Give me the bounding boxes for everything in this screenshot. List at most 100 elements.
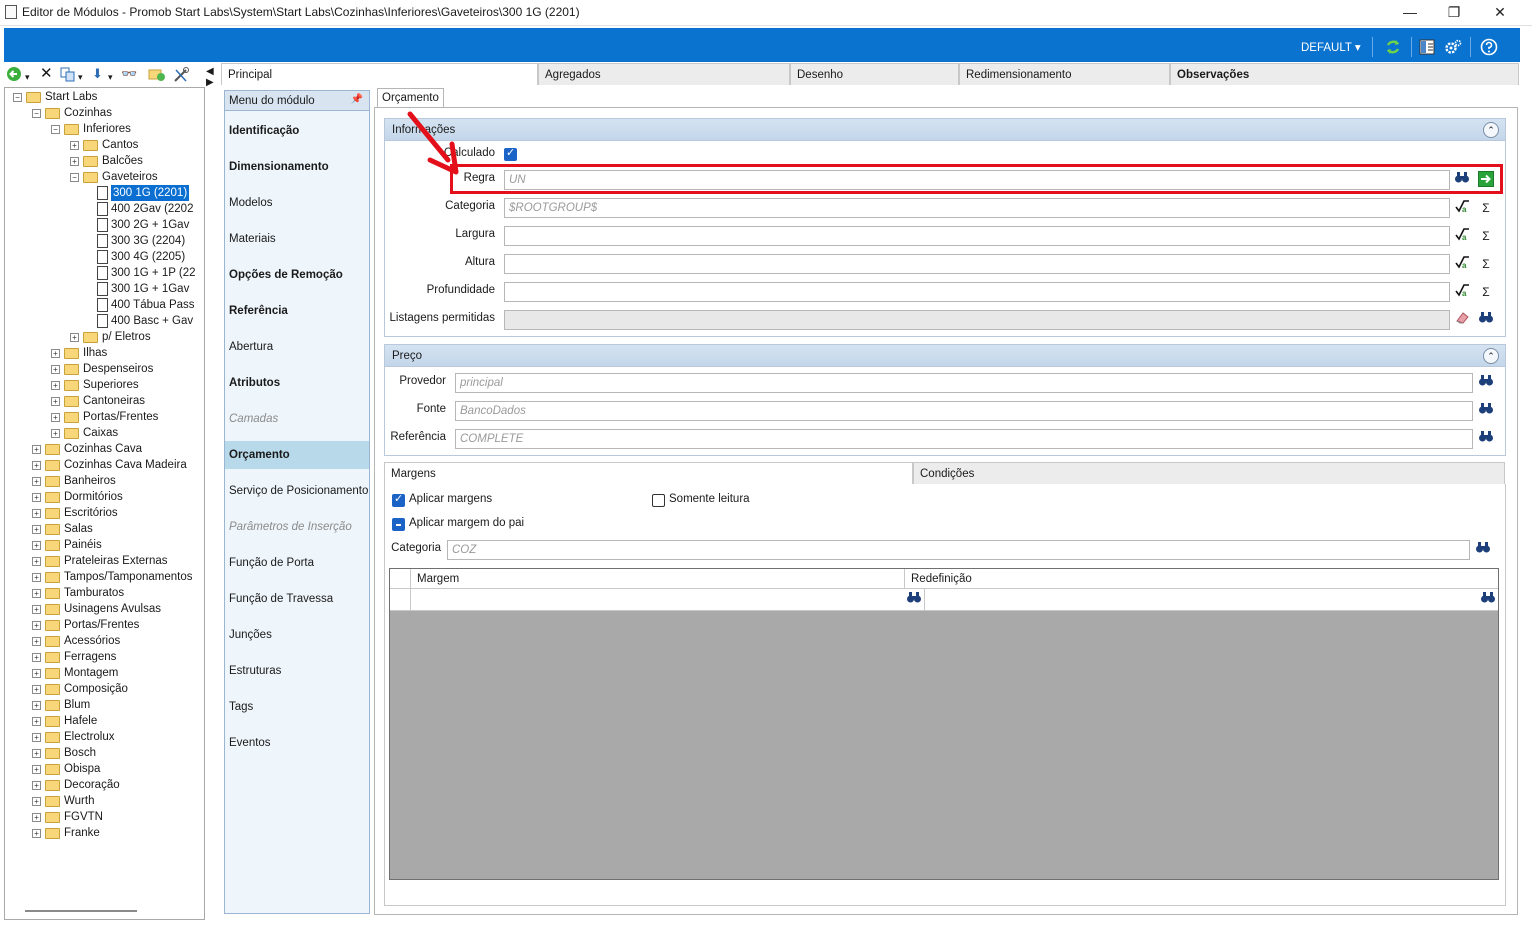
- preco-binoculars-icon[interactable]: [1476, 429, 1496, 449]
- tab-orcamento[interactable]: Orçamento: [377, 88, 444, 108]
- menu-item-referencia[interactable]: Referência: [225, 297, 369, 325]
- menu-item-atributos[interactable]: Atributos: [225, 369, 369, 397]
- tree-item[interactable]: 300 1G (2201): [5, 185, 204, 201]
- tree-item[interactable]: + Acessórios: [5, 633, 204, 649]
- tree-item[interactable]: + Painéis: [5, 537, 204, 553]
- tree-collapse-icon[interactable]: −: [32, 109, 41, 118]
- splitter-arrow-icon[interactable]: ◀ ▶: [206, 66, 214, 88]
- tab-principal[interactable]: Principal: [221, 63, 538, 85]
- referencia-field[interactable]: COMPLETE: [455, 429, 1473, 449]
- tree-item[interactable]: − Gaveteiros: [5, 169, 204, 185]
- tree-expand-icon[interactable]: +: [51, 349, 60, 358]
- tree-expand-icon[interactable]: +: [32, 781, 41, 790]
- tree-expand-icon[interactable]: +: [32, 589, 41, 598]
- tree-item[interactable]: + FGVTN: [5, 809, 204, 825]
- preco-binoculars-icon[interactable]: [1476, 401, 1496, 421]
- tab-desenho[interactable]: Desenho: [790, 63, 959, 85]
- tree-expand-icon[interactable]: +: [32, 557, 41, 566]
- tree-expand-icon[interactable]: +: [70, 141, 79, 150]
- tree-item[interactable]: + Electrolux: [5, 729, 204, 745]
- move-dropdown-icon[interactable]: ▾: [108, 69, 113, 85]
- tree-item[interactable]: 400 2Gav (2202: [5, 201, 204, 217]
- pin-icon[interactable]: 📌: [351, 94, 363, 105]
- tree-item[interactable]: + Ferragens: [5, 649, 204, 665]
- margens-categoria-field[interactable]: COZ: [447, 540, 1470, 560]
- tree-expand-icon[interactable]: +: [32, 525, 41, 534]
- collapse-up-icon[interactable]: ⌃: [1483, 348, 1499, 364]
- tree-item[interactable]: + Obispa: [5, 761, 204, 777]
- tree-expand-icon[interactable]: +: [32, 797, 41, 806]
- preco-binoculars-icon[interactable]: [1476, 373, 1496, 393]
- sigma-icon[interactable]: Σ: [1476, 254, 1496, 274]
- tree-expand-icon[interactable]: +: [32, 717, 41, 726]
- tree-expand-icon[interactable]: +: [51, 429, 60, 438]
- tree-collapse-icon[interactable]: −: [51, 125, 60, 134]
- aplicar-margem-pai-checkbox[interactable]: [392, 518, 405, 531]
- profundidade-field[interactable]: [504, 282, 1450, 302]
- menu-item-funcao-porta[interactable]: Função de Porta: [225, 549, 369, 577]
- tree-expand-icon[interactable]: +: [32, 829, 41, 838]
- tree-item[interactable]: − Inferiores: [5, 121, 204, 137]
- menu-item-parametros-insercao[interactable]: Parâmetros de Inserção: [225, 513, 369, 541]
- categoria-field[interactable]: $ROOTGROUP$: [504, 198, 1450, 218]
- tree-item[interactable]: + Cozinhas Cava: [5, 441, 204, 457]
- tab-margens[interactable]: Margens: [384, 462, 913, 484]
- tab-agregados[interactable]: Agregados: [538, 63, 790, 85]
- move-down-icon[interactable]: ⬇: [92, 66, 103, 82]
- menu-item-tags[interactable]: Tags: [225, 693, 369, 721]
- tree-item[interactable]: 400 Basc + Gav: [5, 313, 204, 329]
- tree-item[interactable]: + Superiores: [5, 377, 204, 393]
- calculado-checkbox[interactable]: [504, 146, 517, 161]
- tree-item[interactable]: + Cozinhas Cava Madeira: [5, 457, 204, 473]
- tree-expand-icon[interactable]: +: [32, 509, 41, 518]
- tree-expand-icon[interactable]: +: [32, 685, 41, 694]
- copy-icon[interactable]: [60, 67, 76, 82]
- redefinicao-binoculars-icon[interactable]: [1478, 590, 1498, 610]
- back-dropdown-icon[interactable]: ▾: [25, 69, 30, 85]
- formula-check-icon[interactable]: a: [1452, 254, 1472, 274]
- delete-icon[interactable]: ✕: [40, 66, 53, 82]
- formula-check-icon[interactable]: a: [1452, 282, 1472, 302]
- redefinicao-cell[interactable]: [924, 589, 1478, 610]
- tab-observacoes[interactable]: Observações: [1170, 63, 1519, 85]
- altura-field[interactable]: [504, 254, 1450, 274]
- maximize-button[interactable]: ❐: [1439, 3, 1469, 21]
- tree-item[interactable]: + p/ Eletros: [5, 329, 204, 345]
- tree-expand-icon[interactable]: +: [32, 445, 41, 454]
- col-redefinicao-header[interactable]: Redefinição: [904, 569, 1478, 588]
- tree-expand-icon[interactable]: +: [32, 573, 41, 582]
- tree-expand-icon[interactable]: +: [32, 493, 41, 502]
- eraser-icon[interactable]: [1452, 310, 1472, 330]
- tree-expand-icon[interactable]: +: [51, 413, 60, 422]
- tree-collapse-icon[interactable]: −: [70, 173, 79, 182]
- margem-binoculars-icon[interactable]: [904, 590, 924, 610]
- tab-condicoes[interactable]: Condições: [913, 462, 1505, 484]
- menu-item-identificacao[interactable]: Identificação: [225, 117, 369, 145]
- menu-item-opcoes-remocao[interactable]: Opções de Remoção: [225, 261, 369, 289]
- margem-cell[interactable]: [410, 589, 904, 610]
- tree-item[interactable]: + Dormitórios: [5, 489, 204, 505]
- tree-expand-icon[interactable]: +: [32, 605, 41, 614]
- tree-collapse-icon[interactable]: −: [13, 93, 22, 102]
- margens-grid[interactable]: Margem Redefinição: [389, 568, 1499, 880]
- formula-check-icon[interactable]: a: [1452, 226, 1472, 246]
- sigma-icon[interactable]: Σ: [1476, 282, 1496, 302]
- somente-leitura-checkbox[interactable]: [652, 494, 665, 507]
- back-icon[interactable]: [6, 66, 22, 82]
- tree-item[interactable]: + Tampos/Tamponamentos: [5, 569, 204, 585]
- grid-new-row[interactable]: [390, 589, 1498, 611]
- tree-expand-icon[interactable]: +: [32, 621, 41, 630]
- tree-item[interactable]: + Decoração: [5, 777, 204, 793]
- tree-item[interactable]: + Hafele: [5, 713, 204, 729]
- menu-item-abertura[interactable]: Abertura: [225, 333, 369, 361]
- tree-item[interactable]: 400 Tábua Pass: [5, 297, 204, 313]
- tree-item[interactable]: + Cantoneiras: [5, 393, 204, 409]
- col-margem-header[interactable]: Margem: [410, 569, 904, 588]
- tree-item[interactable]: + Ilhas: [5, 345, 204, 361]
- menu-item-eventos[interactable]: Eventos: [225, 729, 369, 757]
- tree-item[interactable]: + Prateleiras Externas: [5, 553, 204, 569]
- margens-categoria-binoculars-icon[interactable]: [1473, 540, 1493, 560]
- fonte-field[interactable]: BancoDados: [455, 401, 1473, 421]
- layout-icon[interactable]: [1418, 38, 1436, 56]
- provedor-field[interactable]: principal: [455, 373, 1473, 393]
